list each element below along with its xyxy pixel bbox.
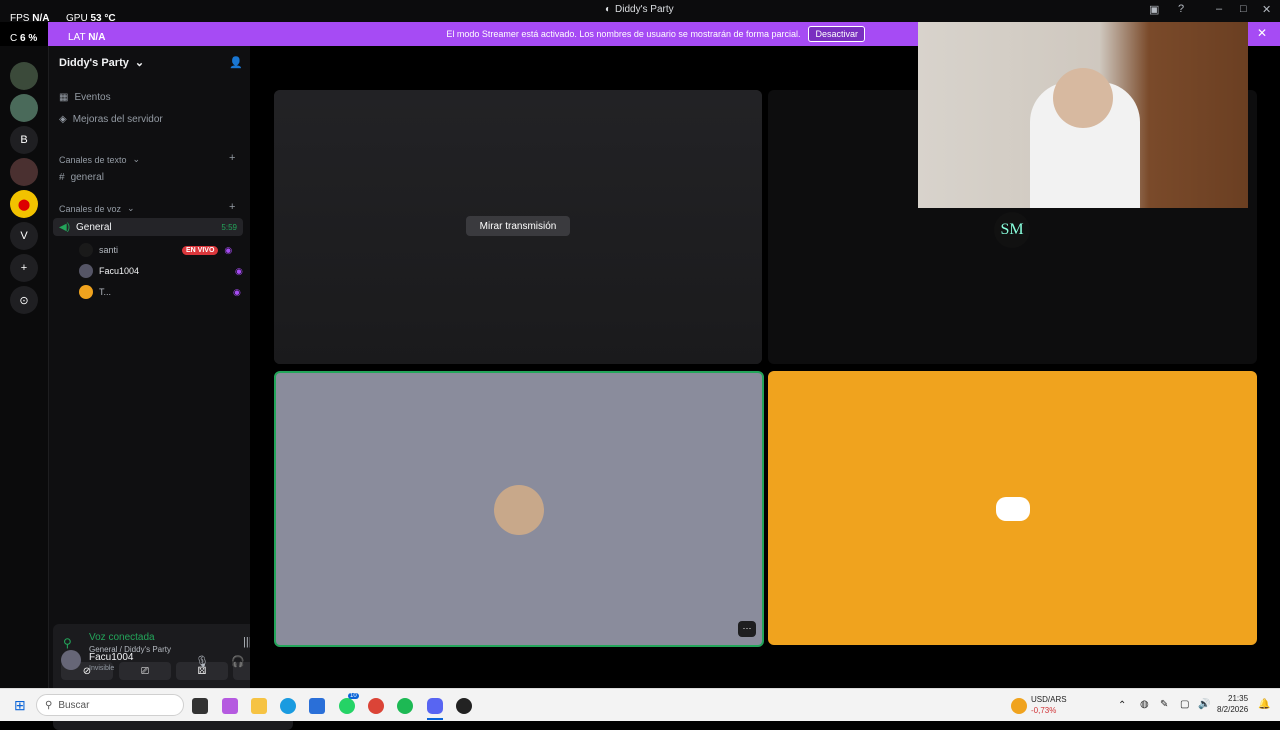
signal-icon[interactable]: ⚲ bbox=[63, 636, 72, 650]
display-icon[interactable]: ▢ bbox=[1180, 699, 1189, 710]
obs-icon[interactable] bbox=[456, 698, 472, 714]
avatar bbox=[79, 264, 93, 278]
search-icon: ⚲ bbox=[45, 699, 53, 711]
discord-logo-icon bbox=[996, 497, 1030, 521]
window-title-text: Diddy's Party bbox=[615, 4, 674, 15]
voice-channel-general[interactable]: ◀) General 5:59 bbox=[53, 218, 243, 236]
title-bar: ◐ Diddy's Party ▣ ? – □ ✕ bbox=[0, 0, 1280, 22]
store-icon[interactable] bbox=[309, 698, 325, 714]
taskbar: ⊞ ⚲ Buscar 10 USD/ARS -0,73% ⌃ ◍ ✎ ▢ 🔊 2… bbox=[0, 688, 1280, 721]
voice-user-t[interactable]: T... ◉ bbox=[79, 285, 241, 299]
pen-icon[interactable]: ✎ bbox=[1160, 699, 1168, 710]
taskbar-search[interactable]: ⚲ Buscar bbox=[36, 694, 184, 716]
server-avatar-2[interactable] bbox=[10, 94, 38, 122]
user-status: Invisible bbox=[89, 665, 115, 672]
activity-icon: ◉ bbox=[235, 265, 243, 276]
participant-avatar bbox=[494, 485, 544, 535]
activity-icon: ◉ bbox=[233, 286, 241, 297]
headphones-icon[interactable]: 🎧 bbox=[231, 655, 245, 668]
app-icon: ◐ bbox=[605, 4, 612, 15]
server-b[interactable]: B bbox=[10, 126, 38, 154]
watch-stream-button[interactable]: Mirar transmisión bbox=[466, 216, 570, 236]
text-category[interactable]: Canales de texto ⌄ bbox=[59, 154, 140, 165]
help-icon[interactable]: ? bbox=[1178, 3, 1184, 15]
user-name: Facu1004 bbox=[89, 652, 134, 663]
server-header[interactable]: Diddy's Party ⌄ bbox=[59, 56, 145, 70]
person-head bbox=[1053, 68, 1113, 128]
screenshare-button[interactable]: ⎚ bbox=[119, 662, 171, 680]
window-title: ◐ Diddy's Party bbox=[605, 4, 674, 15]
boost-item[interactable]: ◈ Mejoras del servidor bbox=[59, 114, 163, 125]
edge-icon[interactable] bbox=[280, 698, 296, 714]
voice-user-santi[interactable]: santi EN VIVO ◉ bbox=[79, 243, 232, 257]
deactivate-button[interactable]: Desactivar bbox=[808, 26, 865, 42]
whatsapp-badge: 10 bbox=[348, 693, 359, 699]
voice-timer: 5:59 bbox=[221, 222, 237, 232]
more-options-icon[interactable]: ··· bbox=[738, 621, 756, 637]
hash-icon: # bbox=[59, 172, 65, 183]
notification-icon[interactable]: 🔔 bbox=[1258, 699, 1270, 710]
task-view-icon[interactable] bbox=[192, 698, 208, 714]
copilot-icon[interactable] bbox=[222, 698, 238, 714]
speaker-icon: ◀) bbox=[59, 221, 71, 233]
inbox-icon[interactable]: ▣ bbox=[1149, 3, 1159, 16]
voice-user-facu[interactable]: Facu1004 ◉ bbox=[79, 264, 243, 278]
lat-stat: LAT N/A bbox=[68, 32, 106, 43]
fps-stat: FPS N/A bbox=[10, 13, 50, 24]
network-icon[interactable]: ◍ bbox=[1140, 699, 1149, 710]
whatsapp-icon[interactable] bbox=[339, 698, 355, 714]
ticker-change: -0,73% bbox=[1031, 706, 1057, 715]
windows-start-icon[interactable]: ⊞ bbox=[14, 697, 26, 714]
volume-icon[interactable]: 🔊 bbox=[1198, 699, 1210, 710]
file-explorer-icon[interactable] bbox=[251, 698, 267, 714]
voice-category[interactable]: Canales de voz ⌄ bbox=[59, 203, 135, 214]
server-rail: B ⬤ V + ⊙ bbox=[0, 46, 48, 688]
banner-close-icon[interactable]: ✕ bbox=[1252, 26, 1272, 42]
chevron-up-icon[interactable]: ⌃ bbox=[1118, 700, 1126, 711]
microphone-icon[interactable]: 🎙 bbox=[195, 655, 209, 668]
boost-icon: ◈ bbox=[59, 114, 67, 125]
cpu-stat: C 6 % bbox=[10, 33, 38, 44]
streamer-mode-banner: El modo Streamer está activado. Los nomb… bbox=[48, 22, 918, 46]
chevron-down-icon: ⌄ bbox=[134, 57, 145, 69]
ticker-label[interactable]: USD/ARS bbox=[1031, 695, 1067, 704]
add-server-button[interactable]: + bbox=[10, 254, 38, 282]
chrome-icon[interactable] bbox=[368, 698, 384, 714]
server-avatar-1[interactable] bbox=[10, 62, 38, 90]
channel-general-text[interactable]: # general bbox=[59, 172, 104, 183]
avatar-sm: SM bbox=[994, 212, 1030, 248]
avatar bbox=[79, 243, 93, 257]
ticker-icon bbox=[1011, 698, 1027, 714]
discord-icon[interactable] bbox=[427, 698, 443, 714]
webcam-overlay bbox=[918, 22, 1248, 208]
close-button[interactable]: ✕ bbox=[1262, 3, 1271, 16]
minimize-button[interactable]: – bbox=[1216, 3, 1222, 15]
avatar bbox=[79, 285, 93, 299]
calendar-icon: ▦ bbox=[59, 92, 69, 103]
explore-icon[interactable]: ⊙ bbox=[10, 286, 38, 314]
participant-tile-orange[interactable] bbox=[768, 371, 1257, 645]
banner-text: El modo Streamer está activado. Los nomb… bbox=[446, 29, 801, 39]
participant-tile-facu[interactable]: ··· bbox=[274, 371, 764, 647]
screen-icon: ⎚ bbox=[141, 665, 149, 677]
maximize-button[interactable]: □ bbox=[1240, 3, 1247, 15]
server-shell[interactable]: ⬤ bbox=[10, 190, 38, 218]
server-avatar-3[interactable] bbox=[10, 158, 38, 186]
user-avatar[interactable] bbox=[61, 650, 81, 670]
server-v[interactable]: V bbox=[10, 222, 38, 250]
add-voice-channel-icon[interactable]: + bbox=[229, 201, 235, 213]
events-item[interactable]: ▦ Eventos bbox=[59, 92, 111, 103]
live-badge: EN VIVO bbox=[182, 245, 219, 255]
channel-sidebar: Diddy's Party ⌄ 👤 ▦ Eventos ◈ Mejoras del s… bbox=[48, 46, 293, 730]
spotify-icon[interactable] bbox=[397, 698, 413, 714]
activity-icon: ◉ bbox=[224, 244, 233, 255]
clock-date[interactable]: 8/2/2026 bbox=[1217, 705, 1248, 714]
add-text-channel-icon[interactable]: + bbox=[229, 152, 235, 164]
voice-status: Voz conectada bbox=[89, 632, 155, 643]
invite-icon[interactable]: 👤 bbox=[229, 56, 243, 69]
clock-time[interactable]: 21:35 bbox=[1228, 694, 1248, 703]
